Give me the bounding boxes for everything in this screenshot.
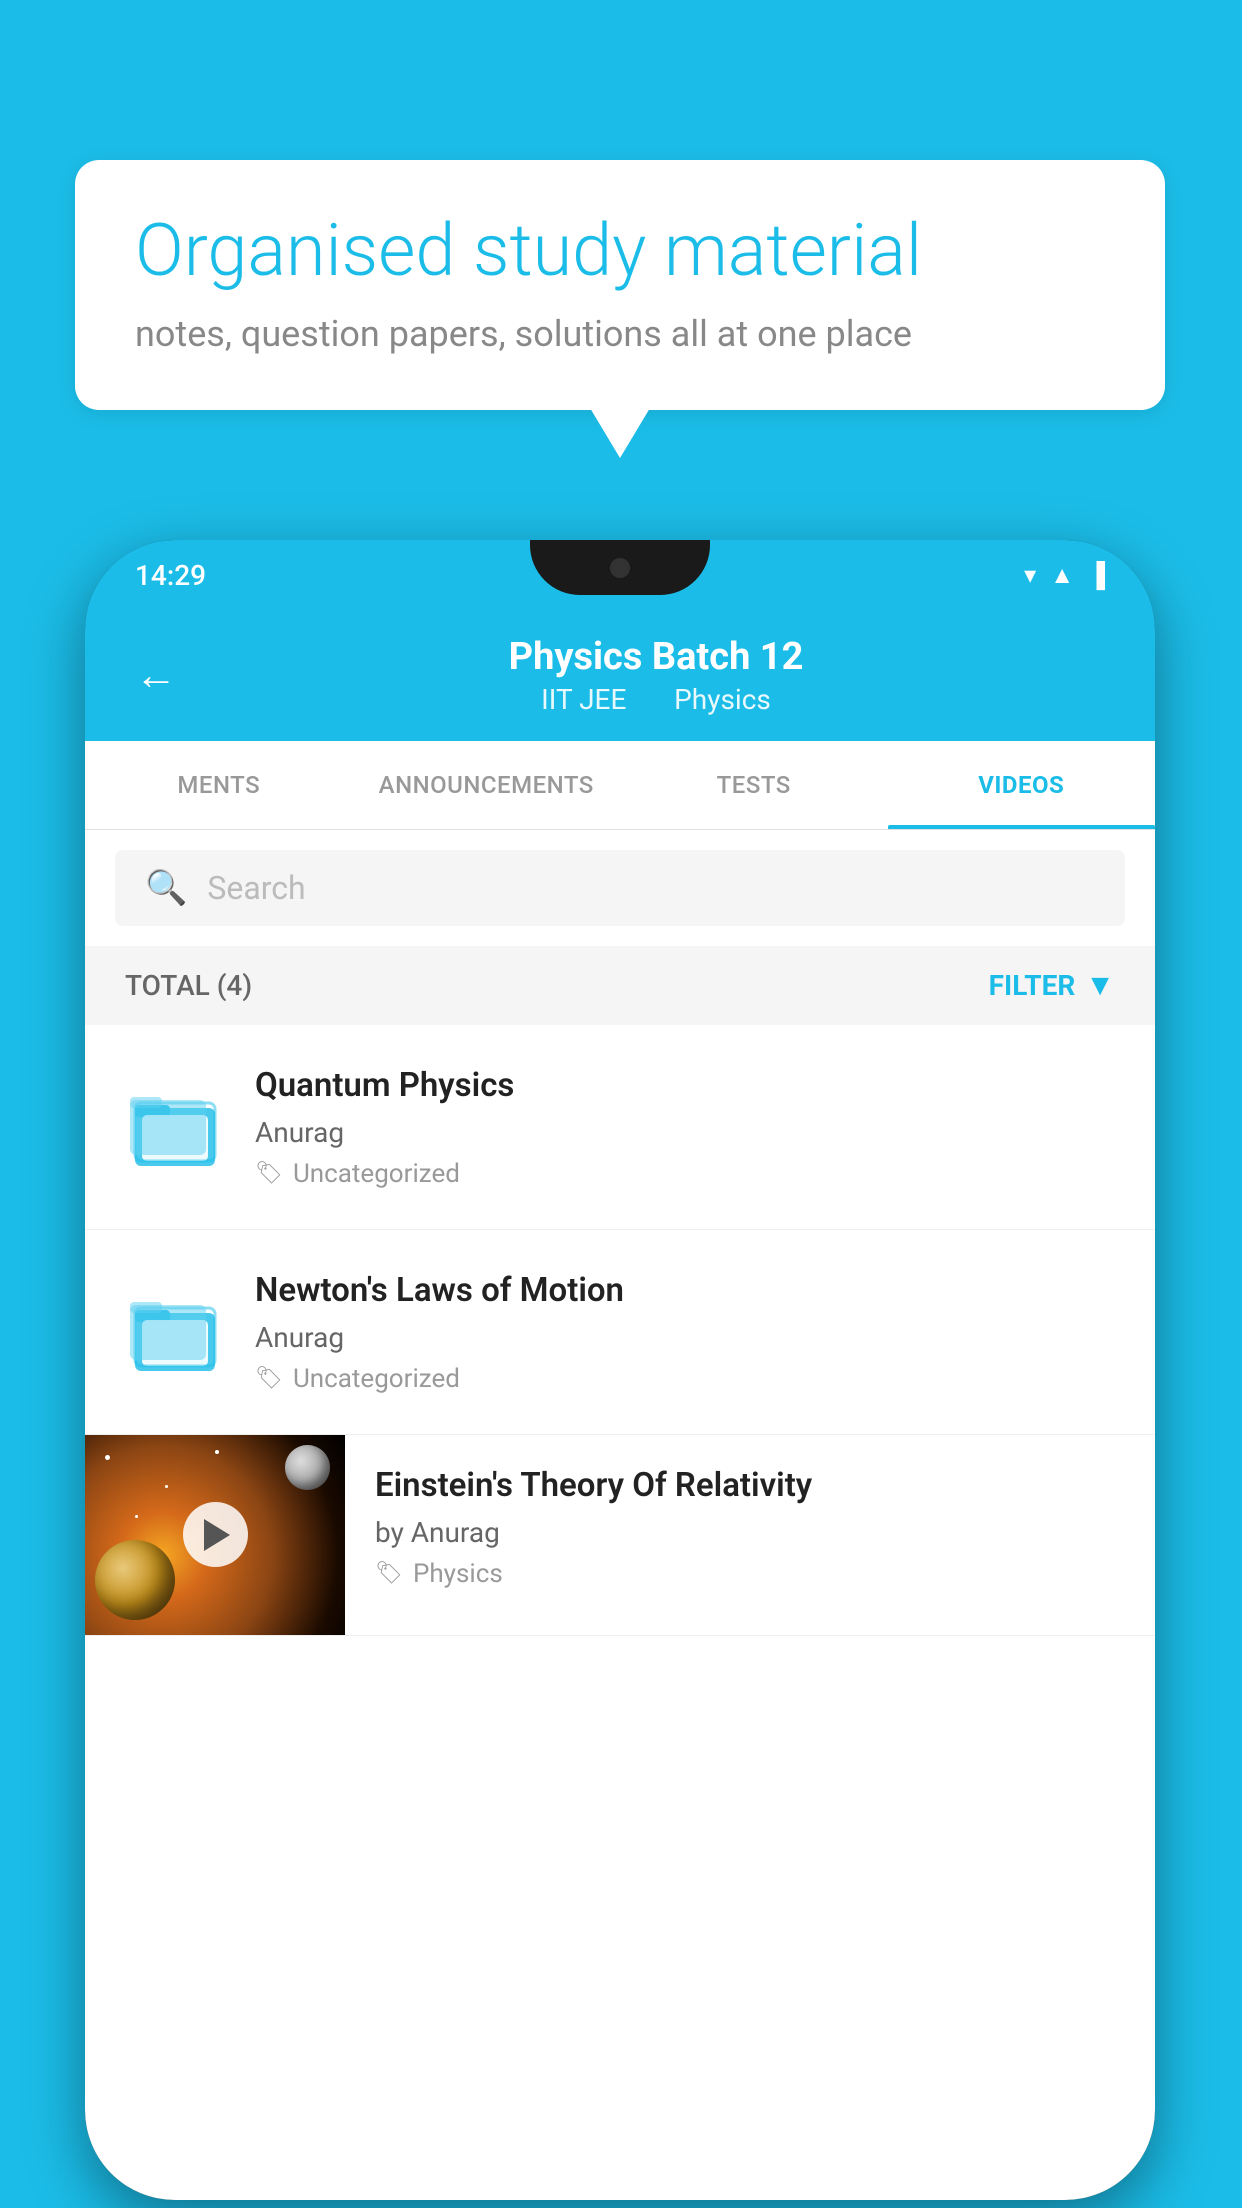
search-bar: 🔍 Search: [85, 830, 1155, 946]
batch-subject: Physics: [674, 683, 771, 716]
search-input-wrapper[interactable]: 🔍 Search: [115, 850, 1125, 926]
app-bar-text: Physics Batch 12 IIT JEE Physics: [207, 635, 1105, 716]
speech-bubble: Organised study material notes, question…: [75, 160, 1165, 410]
video-title: Newton's Laws of Motion: [255, 1270, 1115, 1313]
tag-label: Physics: [413, 1559, 503, 1589]
total-count: TOTAL (4): [125, 969, 252, 1002]
tag-label: Uncategorized: [293, 1364, 460, 1394]
video-info: Einstein's Theory Of Relativity by Anura…: [345, 1435, 1155, 1619]
bubble-title: Organised study material: [135, 210, 1105, 293]
list-item[interactable]: Newton's Laws of Motion Anurag 🏷 Uncateg…: [85, 1230, 1155, 1435]
phone-content: ← Physics Batch 12 IIT JEE Physics MENTS…: [85, 610, 1155, 2200]
battery-icon: ▐: [1088, 561, 1105, 590]
folder-svg: [130, 1288, 220, 1378]
video-info: Newton's Laws of Motion Anurag 🏷 Uncateg…: [255, 1270, 1115, 1394]
video-tag: 🏷 Uncategorized: [255, 1159, 1115, 1189]
tab-ments[interactable]: MENTS: [85, 741, 353, 829]
video-info: Quantum Physics Anurag 🏷 Uncategorized: [255, 1065, 1115, 1189]
status-icons: ▾ ▲ ▐: [1024, 561, 1105, 590]
video-thumbnail: [85, 1435, 345, 1635]
tab-tests[interactable]: TESTS: [620, 741, 888, 829]
star-graphic: [165, 1485, 168, 1488]
app-bar-title: Physics Batch 12: [207, 635, 1105, 679]
tab-announcements[interactable]: ANNOUNCEMENTS: [353, 741, 621, 829]
play-icon: [204, 1519, 230, 1551]
filter-icon: ▼: [1085, 968, 1115, 1003]
video-title: Quantum Physics: [255, 1065, 1115, 1108]
video-list: Quantum Physics Anurag 🏷 Uncategorized: [85, 1025, 1155, 2200]
search-icon: 🔍: [145, 868, 187, 908]
folder-icon: [125, 1278, 225, 1388]
tab-videos[interactable]: VIDEOS: [888, 741, 1156, 829]
planet2-graphic: [285, 1445, 330, 1490]
star-graphic: [215, 1450, 219, 1454]
video-author: Anurag: [255, 1321, 1115, 1354]
planet-graphic: [95, 1540, 175, 1620]
tag-icon: 🏷: [375, 1561, 403, 1586]
phone-frame: 14:29 ▾ ▲ ▐ ← Physics Batch 12 IIT JEE P…: [85, 540, 1155, 2200]
filter-button[interactable]: FILTER ▼: [989, 968, 1115, 1003]
tag-icon: 🏷: [255, 1161, 283, 1186]
app-bar: ← Physics Batch 12 IIT JEE Physics: [85, 610, 1155, 741]
tag-label: Uncategorized: [293, 1159, 460, 1189]
list-item[interactable]: Einstein's Theory Of Relativity by Anura…: [85, 1435, 1155, 1636]
play-button[interactable]: [183, 1502, 248, 1567]
tag-icon: 🏷: [255, 1366, 283, 1391]
video-author: Anurag: [255, 1116, 1115, 1149]
search-input[interactable]: Search: [207, 869, 305, 907]
folder-svg: [130, 1083, 220, 1173]
tabs: MENTS ANNOUNCEMENTS TESTS VIDEOS: [85, 741, 1155, 830]
app-bar-subtitle: IIT JEE Physics: [207, 683, 1105, 716]
signal-icon: ▲: [1050, 561, 1074, 590]
star-graphic: [135, 1515, 138, 1518]
batch-category: IIT JEE: [541, 683, 626, 716]
filter-label: FILTER: [989, 969, 1076, 1002]
video-author: by Anurag: [375, 1516, 1125, 1549]
wifi-icon: ▾: [1024, 561, 1036, 589]
notch: [530, 540, 710, 595]
star-graphic: [105, 1455, 110, 1460]
video-title: Einstein's Theory Of Relativity: [375, 1465, 1125, 1508]
video-tag: 🏷 Uncategorized: [255, 1364, 1115, 1394]
back-button[interactable]: ←: [135, 655, 177, 697]
bubble-subtitle: notes, question papers, solutions all at…: [135, 313, 1105, 355]
status-bar: 14:29 ▾ ▲ ▐: [85, 540, 1155, 610]
status-time: 14:29: [135, 559, 206, 592]
camera-dot: [610, 558, 630, 578]
video-tag: 🏷 Physics: [375, 1559, 1125, 1589]
folder-icon: [125, 1073, 225, 1183]
filter-bar: TOTAL (4) FILTER ▼: [85, 946, 1155, 1025]
list-item[interactable]: Quantum Physics Anurag 🏷 Uncategorized: [85, 1025, 1155, 1230]
